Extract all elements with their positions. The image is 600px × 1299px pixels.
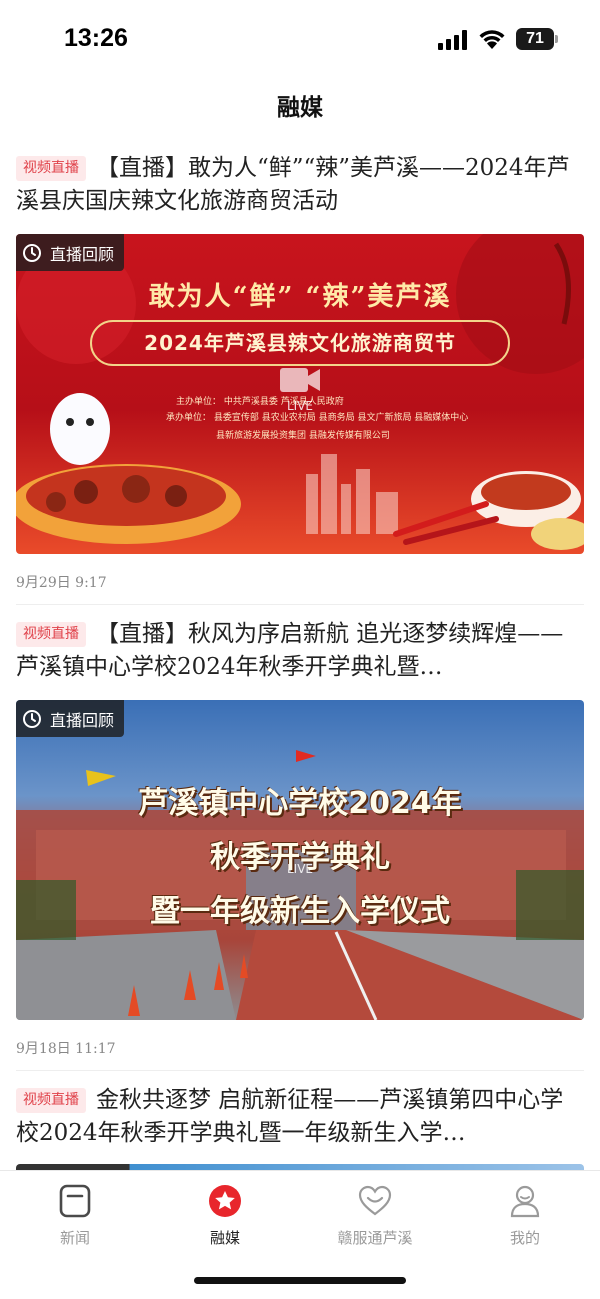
battery-icon: 71 [516, 28, 560, 50]
replay-badge: 直播回顾 [16, 700, 125, 737]
feed-item[interactable]: 视频直播 金秋共逐梦 启航新征程——芦溪镇第四中心学校2024年秋季开学典礼暨一年… [16, 1084, 584, 1150]
replay-label: 直播回顾 [50, 710, 115, 730]
status-time: 13:26 [64, 24, 128, 52]
feed-item[interactable]: 视频直播 【直播】敢为人“鲜”“辣”美芦溪——2024年芦溪县庆国庆辣文化旅游商贸… [16, 152, 584, 592]
replay-label: 直播回顾 [50, 244, 115, 264]
battery-level: 71 [526, 30, 544, 47]
thumbnail-organizer: 主办单位： 中共芦溪县委 芦溪县人民政府 [176, 397, 344, 407]
feed-item-title-text: 【直播】敢为人“鲜”“辣”美芦溪——2024年芦溪县庆国庆辣文化旅游商贸活动 [16, 155, 570, 214]
status-bar: 13:26 71 [0, 0, 600, 80]
video-live-tag: 视频直播 [16, 156, 86, 181]
tab-news[interactable]: 新闻 [15, 1183, 135, 1248]
wifi-icon [479, 30, 505, 49]
feed-item-title-text: 金秋共逐梦 启航新征程——芦溪镇第四中心学校2024年秋季开学典礼暨一年级新生入… [16, 1087, 564, 1146]
video-thumbnail[interactable]: 芦溪镇中心学校2024年 秋季开学典礼 暨一年级新生入学仪式 直播回顾 LIVE [16, 700, 584, 1020]
page-title: 融媒 [277, 95, 323, 121]
media-star-icon [209, 1185, 241, 1217]
tab-mine[interactable]: 我的 [465, 1183, 585, 1248]
thumbnail-headline: 芦溪镇中心学校2024年 [138, 786, 462, 821]
heart-service-icon [358, 1185, 392, 1216]
tab-media[interactable]: 融媒 [165, 1183, 285, 1248]
feed-item-title[interactable]: 视频直播 【直播】秋风为序启新航 追光逐梦续辉煌——芦溪镇中心学校2024年秋季开… [16, 618, 584, 684]
feed-item[interactable]: 视频直播 【直播】秋风为序启新航 追光逐梦续辉煌——芦溪镇中心学校2024年秋季开… [16, 618, 584, 1058]
live-camera-icon [280, 368, 320, 392]
clock-icon [23, 243, 41, 262]
feed-item-title-text: 【直播】秋风为序启新航 追光逐梦续辉煌——芦溪镇中心学校2024年秋季开学典礼暨… [16, 621, 564, 680]
replay-badge: 直播回顾 [16, 234, 125, 271]
tab-label: 融媒 [209, 1229, 240, 1247]
thumbnail-organizer: 承办单位： 县委宣传部 县农业农村局 县商务局 县文广新旅局 县融媒体中心 [166, 413, 469, 423]
live-label: LIVE [286, 862, 313, 876]
tab-label: 我的 [509, 1229, 540, 1247]
tab-label: 赣服通芦溪 [337, 1229, 413, 1247]
signal-icon [438, 30, 467, 50]
live-label: LIVE [286, 399, 313, 413]
home-indicator[interactable] [194, 1277, 406, 1284]
publish-date: 9月29日 9:17 [16, 575, 107, 591]
thumbnail-slogan: 敢为人“鲜” “辣”美芦溪 [148, 282, 452, 312]
video-live-tag: 视频直播 [16, 1088, 86, 1113]
publish-date: 9月18日 11:17 [16, 1041, 116, 1057]
divider [16, 604, 584, 605]
divider [16, 1070, 584, 1071]
tab-service[interactable]: 赣服通芦溪 [315, 1183, 435, 1248]
feed-item-title[interactable]: 视频直播 金秋共逐梦 启航新征程——芦溪镇第四中心学校2024年秋季开学典礼暨一年… [16, 1084, 584, 1150]
news-icon [59, 1184, 91, 1218]
thumbnail-organizer: 县新旅游发展投资集团 县融发传媒有限公司 [216, 431, 390, 441]
feed-item-title[interactable]: 视频直播 【直播】敢为人“鲜”“辣”美芦溪——2024年芦溪县庆国庆辣文化旅游商贸… [16, 152, 584, 218]
tab-label: 新闻 [59, 1229, 90, 1247]
user-icon [510, 1185, 540, 1218]
clock-icon [23, 709, 41, 728]
thumbnail-headline: 暨一年级新生入学仪式 [150, 894, 450, 929]
video-thumbnail[interactable]: 敢为人“鲜” “辣”美芦溪 2024年芦溪县辣文化旅游商贸节 主办单位： 中共芦… [16, 234, 584, 554]
thumbnail-banner: 2024年芦溪县辣文化旅游商贸节 [90, 320, 510, 366]
video-live-tag: 视频直播 [16, 622, 86, 647]
